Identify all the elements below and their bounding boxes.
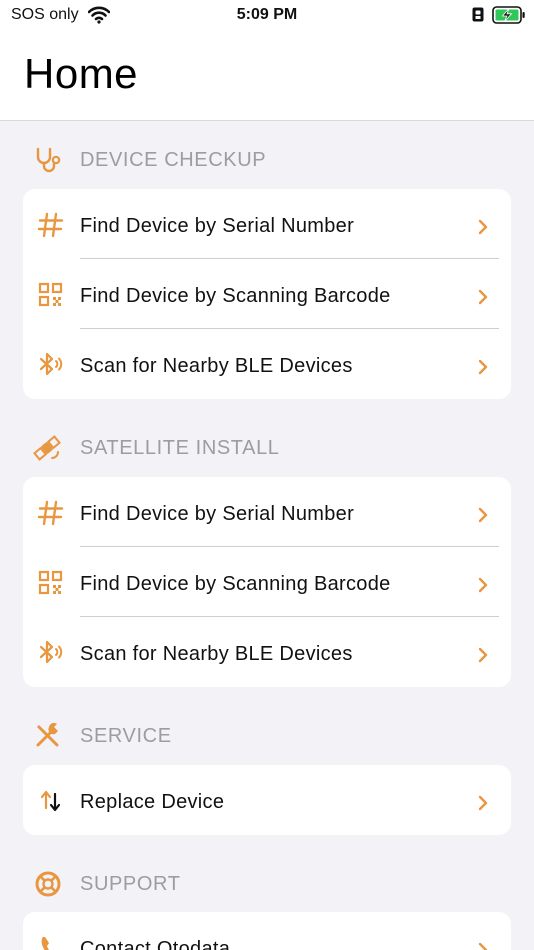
menu-item-find-by-serial[interactable]: Find Device by Serial Number bbox=[23, 189, 511, 259]
section-title: SERVICE bbox=[80, 725, 172, 747]
qr-code-icon bbox=[38, 570, 63, 595]
menu-item-scan-ble[interactable]: Scan for Nearby BLE Devices bbox=[23, 329, 511, 399]
navigation-header: SOS only 5:09 PM Home bbox=[0, 0, 534, 121]
chevron-right-icon bbox=[478, 942, 488, 950]
battery-charging-icon bbox=[492, 6, 525, 24]
hash-icon bbox=[37, 212, 64, 238]
chevron-right-icon bbox=[478, 795, 488, 811]
satellite-install-menu: Find Device by Serial Number Find Device… bbox=[23, 477, 511, 687]
hash-icon bbox=[37, 500, 64, 526]
support-menu: Contact Otodata bbox=[23, 912, 511, 950]
menu-item-label: Contact Otodata bbox=[80, 938, 231, 950]
qr-code-icon bbox=[38, 282, 63, 307]
tools-icon bbox=[36, 722, 59, 747]
menu-item-label: Scan for Nearby BLE Devices bbox=[80, 643, 353, 665]
menu-item-find-by-barcode[interactable]: Find Device by Scanning Barcode bbox=[23, 547, 511, 617]
lifebuoy-icon bbox=[35, 871, 61, 897]
lock-icon bbox=[472, 7, 484, 22]
stethoscope-icon bbox=[36, 147, 61, 173]
status-bar: SOS only 5:09 PM bbox=[0, 0, 534, 32]
phone-icon bbox=[41, 937, 49, 950]
bluetooth-icon bbox=[39, 352, 63, 376]
chevron-right-icon bbox=[478, 507, 488, 523]
chevron-right-icon bbox=[478, 219, 488, 235]
satellite-icon bbox=[33, 435, 61, 461]
menu-item-label: Find Device by Scanning Barcode bbox=[80, 285, 391, 307]
menu-item-label: Find Device by Serial Number bbox=[80, 503, 355, 525]
swap-arrows-icon bbox=[40, 790, 61, 812]
menu-item-replace-device[interactable]: Replace Device bbox=[23, 765, 511, 835]
chevron-right-icon bbox=[478, 647, 488, 663]
bluetooth-icon bbox=[39, 640, 63, 664]
menu-item-find-by-barcode[interactable]: Find Device by Scanning Barcode bbox=[23, 259, 511, 329]
service-menu: Replace Device bbox=[23, 765, 511, 835]
section-title: DEVICE CHECKUP bbox=[80, 149, 267, 171]
clock: 5:09 PM bbox=[236, 6, 298, 23]
chevron-right-icon bbox=[478, 359, 488, 375]
device-checkup-menu: Find Device by Serial Number Find Device… bbox=[23, 189, 511, 399]
chevron-right-icon bbox=[478, 577, 488, 593]
menu-item-contact-otodata[interactable]: Contact Otodata bbox=[23, 912, 511, 950]
menu-item-label: Scan for Nearby BLE Devices bbox=[80, 355, 353, 377]
menu-item-scan-ble[interactable]: Scan for Nearby BLE Devices bbox=[23, 617, 511, 687]
section-title: SATELLITE INSTALL bbox=[80, 437, 280, 459]
menu-item-label: Replace Device bbox=[80, 791, 225, 813]
chevron-right-icon bbox=[478, 289, 488, 305]
page-title: Home bbox=[24, 50, 139, 97]
menu-item-label: Find Device by Scanning Barcode bbox=[80, 573, 391, 595]
menu-item-label: Find Device by Serial Number bbox=[80, 215, 355, 237]
menu-item-find-by-serial[interactable]: Find Device by Serial Number bbox=[23, 477, 511, 547]
section-title: SUPPORT bbox=[80, 873, 181, 895]
